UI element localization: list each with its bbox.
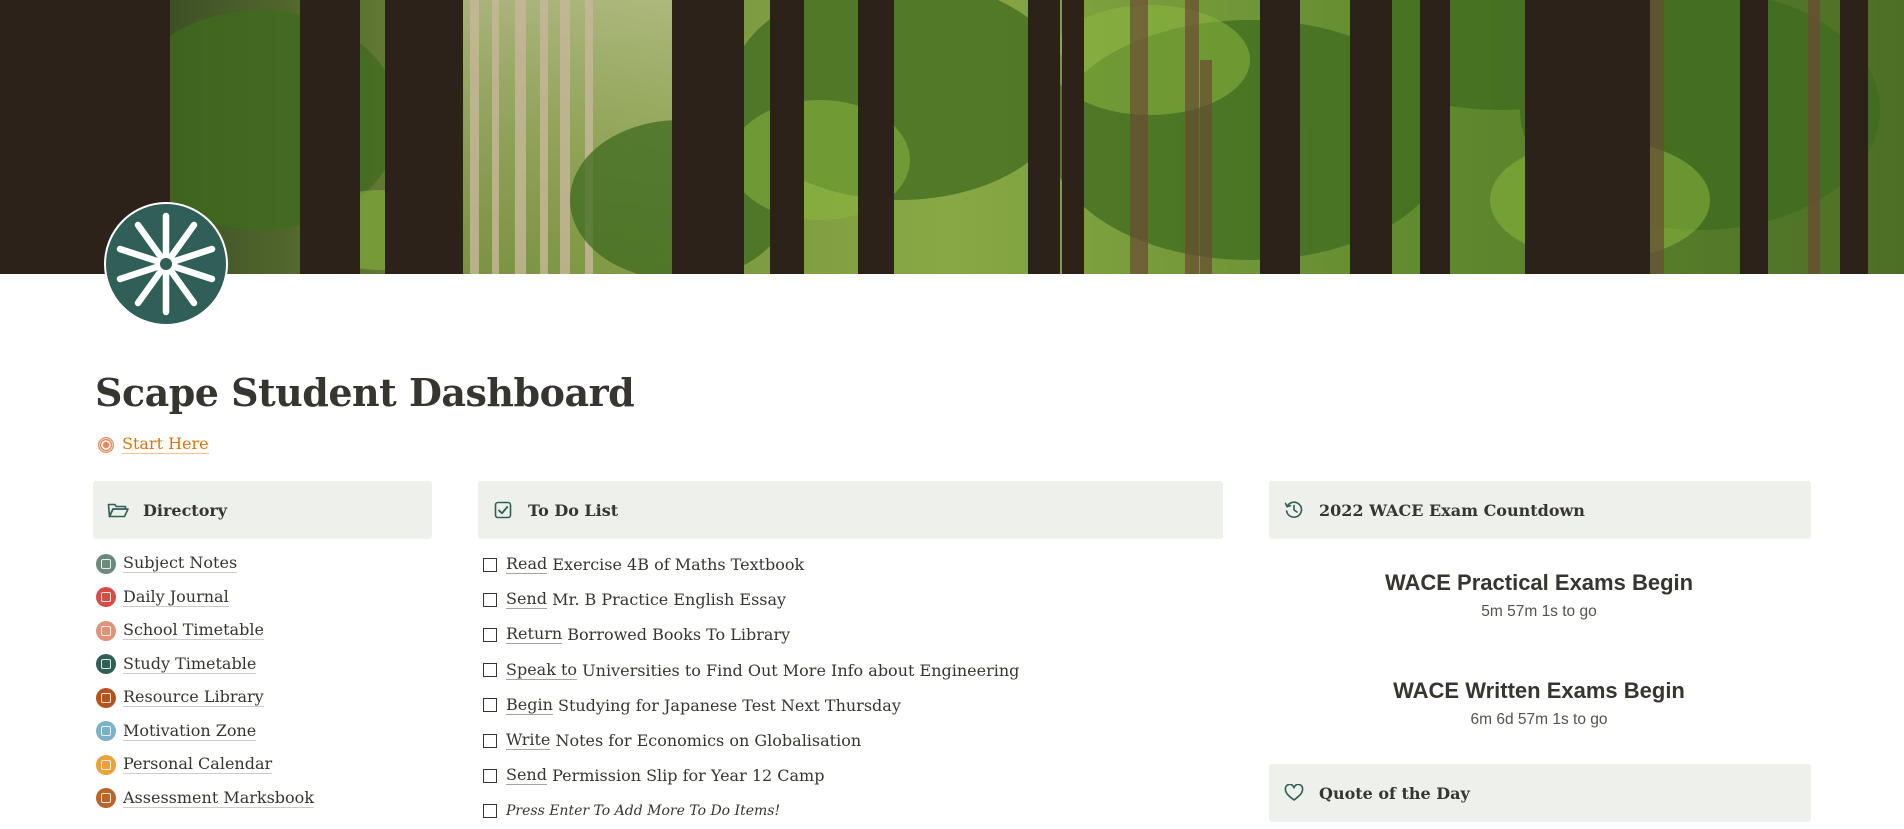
- directory-item-motivation-zone[interactable]: Motivation Zone: [96, 715, 314, 749]
- todo-item: Begin Studying for Japanese Test Next Th…: [483, 688, 1019, 723]
- lightbulb-icon: [96, 721, 116, 742]
- todo-item: Send Permission Slip for Year 12 Camp: [483, 758, 1019, 793]
- directory-item-personal-calendar[interactable]: Personal Calendar: [96, 748, 314, 782]
- todo-text[interactable]: Mr. B Practice English Essay: [547, 590, 786, 609]
- todo-checkbox[interactable]: [483, 803, 497, 818]
- todo-checkbox[interactable]: [483, 627, 497, 642]
- pencil-icon: [96, 553, 116, 574]
- checkbox-icon: [492, 499, 514, 521]
- todo-checkbox[interactable]: [483, 768, 497, 783]
- todo-text[interactable]: Universities to Find Out More Info about…: [577, 661, 1019, 680]
- directory-item-label: Personal Calendar: [123, 754, 273, 775]
- countdown-event-title: WACE Written Exams Begin: [1393, 678, 1685, 703]
- todo-verb: Return: [506, 624, 563, 645]
- todo-verb: Begin: [506, 694, 553, 715]
- directory-item-label: Assessment Marksbook: [123, 787, 315, 808]
- page-icon-asterisk[interactable]: [104, 202, 228, 326]
- countdown-event: WACE Practical Exams Begin 5m 57m 1s to …: [1269, 570, 1809, 621]
- todo-verb: Write: [506, 730, 551, 751]
- countdown-title: 2022 WACE Exam Countdown: [1319, 500, 1585, 520]
- todo-header: To Do List: [478, 481, 1223, 539]
- directory-item-label: Motivation Zone: [123, 720, 257, 741]
- asterisk-starburst-icon: [116, 212, 216, 316]
- countdown-event: WACE Written Exams Begin 6m 6d 57m 1s to…: [1269, 678, 1809, 729]
- quote-header: Quote of the Day: [1269, 764, 1811, 822]
- start-here-label: Start Here: [122, 434, 209, 454]
- start-here-link[interactable]: Start Here: [97, 435, 209, 454]
- directory-item-label: Subject Notes: [123, 553, 238, 574]
- directory-item-assessment-marksbook[interactable]: Assessment Marksbook: [96, 782, 315, 816]
- quote-title: Quote of the Day: [1319, 783, 1470, 803]
- todo-item: Speak to Universities to Find Out More I…: [483, 653, 1019, 688]
- heart-icon: [1283, 782, 1305, 804]
- directory-header: Directory: [93, 481, 432, 539]
- todo-text[interactable]: Notes for Economics on Globalisation: [550, 731, 861, 750]
- page-title: Scape Student Dashboard: [95, 370, 635, 415]
- todo-title: To Do List: [528, 500, 619, 520]
- cover-image: [0, 0, 1904, 274]
- calendar-icon: [96, 754, 116, 775]
- directory-item-study-timetable[interactable]: Study Timetable: [96, 648, 314, 682]
- todo-checkbox[interactable]: [483, 557, 497, 572]
- table-icon: [96, 654, 116, 675]
- todo-verb: Speak to: [506, 659, 578, 680]
- todo-add-hint[interactable]: Press Enter To Add More To Do Items!: [506, 803, 780, 819]
- books-icon: [96, 687, 116, 708]
- clipboard-icon: [96, 788, 116, 809]
- countdown-header: 2022 WACE Exam Countdown: [1269, 481, 1811, 539]
- directory-title: Directory: [143, 500, 228, 520]
- todo-item: Read Exercise 4B of Maths Textbook: [483, 547, 1019, 582]
- folder-open-icon: [107, 499, 129, 521]
- todo-checkbox[interactable]: [483, 592, 497, 607]
- todo-list: Read Exercise 4B of Maths Textbook Send …: [483, 547, 1019, 829]
- directory-item-label: Study Timetable: [123, 653, 257, 674]
- todo-item: Send Mr. B Practice English Essay: [483, 582, 1019, 617]
- directory-item-daily-journal[interactable]: Daily Journal: [96, 581, 314, 615]
- directory-item-label: Daily Journal: [123, 586, 229, 607]
- todo-text[interactable]: Studying for Japanese Test Next Thursday: [553, 696, 901, 715]
- directory-item-resource-library[interactable]: Resource Library: [96, 681, 314, 715]
- todo-text[interactable]: Permission Slip for Year 12 Camp: [547, 766, 824, 785]
- history-clock-icon: [1283, 499, 1305, 521]
- todo-text[interactable]: Borrowed Books To Library: [562, 625, 790, 644]
- todo-checkbox[interactable]: [483, 663, 497, 678]
- todo-checkbox[interactable]: [483, 698, 497, 713]
- grid-icon: [96, 620, 116, 641]
- countdown-event-title: WACE Practical Exams Begin: [1384, 570, 1694, 595]
- directory-item-subject-notes[interactable]: Subject Notes: [96, 547, 314, 581]
- todo-verb: Send: [506, 765, 547, 786]
- directory-item-label: Resource Library: [123, 687, 264, 708]
- todo-verb: Send: [506, 589, 547, 610]
- todo-verb: Read: [506, 554, 548, 575]
- directory-item-label: School Timetable: [123, 620, 264, 641]
- todo-checkbox[interactable]: [483, 733, 497, 748]
- lifebuoy-icon: [98, 436, 114, 453]
- todo-item: Return Borrowed Books To Library: [483, 617, 1019, 652]
- todo-text[interactable]: Exercise 4B of Maths Textbook: [547, 555, 804, 574]
- todo-item: Write Notes for Economics on Globalisati…: [483, 723, 1019, 758]
- countdown-event-remaining: 6m 6d 57m 1s to go: [1470, 711, 1608, 728]
- directory-item-school-timetable[interactable]: School Timetable: [96, 614, 314, 648]
- directory-list: Subject Notes Daily Journal School Timet…: [96, 547, 315, 816]
- todo-add-hint-item: Press Enter To Add More To Do Items!: [483, 793, 1019, 828]
- notebook-icon: [96, 587, 116, 608]
- countdown-event-remaining: 5m 57m 1s to go: [1481, 603, 1597, 620]
